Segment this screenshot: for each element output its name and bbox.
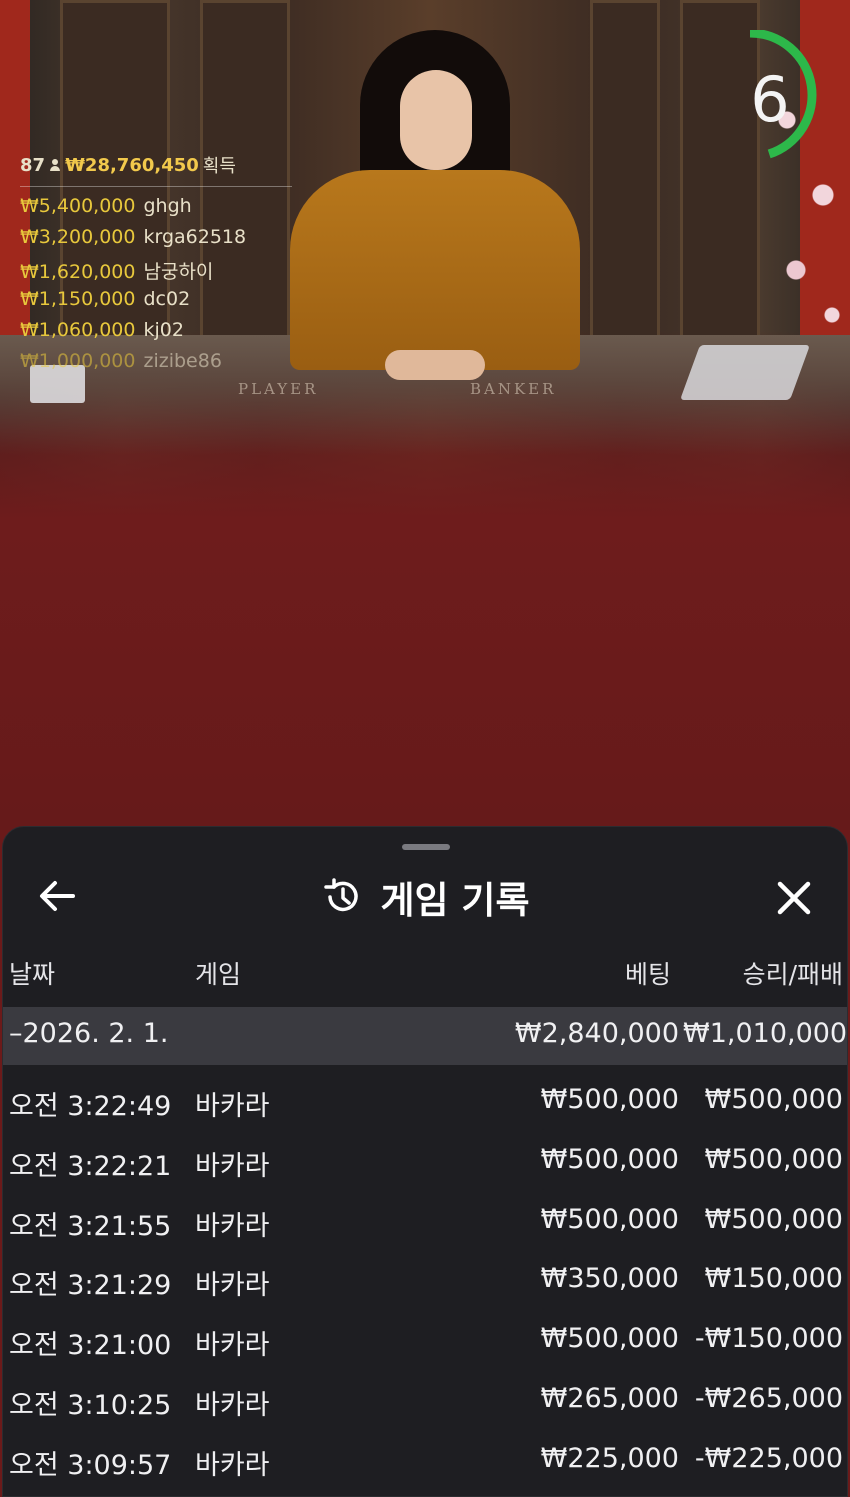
winners-overlay: 87 ₩28,760,450 획득 ₩5,400,000 ghgh ₩3,200,0… [20,152,310,373]
history-row[interactable]: 오전 3:21:00 바카라 ₩500,000 -₩150,000 [3,1310,847,1370]
date-group-label: –2026. 2. 1. [9,1018,168,1049]
total-won-label: 획득 [202,156,236,177]
history-row[interactable]: 오전 3:09:57 바카라 ₩225,000 -₩225,000 [3,1430,847,1490]
table-label-player: PLAYER [238,380,319,398]
table-label-banker: BANKER [470,380,557,398]
history-row[interactable]: 오전 3:21:29 바카라 ₩350,000 ₩150,000 [3,1250,847,1310]
date-group-total-bet: ₩2,840,000 [514,1018,679,1049]
row-time: 오전 3:10:25 [9,1390,172,1421]
row-time: 오전 3:21:00 [9,1330,172,1362]
game-history-sheet: 게임 기록 날짜 게임 베팅 승리/패배 –2026. 2. 1. ₩2,840… [2,826,848,1497]
row-bet: ₩265,000 [540,1383,679,1414]
winner-row: ₩3,200,000 krga62518 [20,226,310,249]
row-result: -₩265,000 [694,1383,843,1414]
winner-amount: ₩1,000,000 [20,350,136,372]
winner-amount: ₩1,620,000 [20,261,136,283]
row-time: 오전 3:21:29 [9,1270,172,1302]
card-shoe [679,345,811,400]
winner-row: ₩1,150,000 dc02 [20,288,310,311]
row-game: 바카라 [195,1210,270,1242]
row-bet: ₩500,000 [540,1323,679,1355]
row-result: ₩500,000 [704,1203,843,1235]
player-count: 87 [20,154,46,176]
history-row[interactable]: 오전 3:21:55 바카라 ₩500,000 ₩500,000 [3,1191,847,1251]
winner-name: dc02 [143,288,191,310]
row-result: ₩150,000 [704,1263,843,1295]
dealer [290,20,580,380]
winner-name: krga62518 [143,226,247,248]
column-header-bet[interactable]: 베팅 [523,955,671,995]
winners-summary: 87 ₩28,760,450 획득 [20,152,292,187]
sheet-title: 게임 기록 [3,867,847,927]
row-bet: ₩500,000 [540,1084,679,1115]
row-game: 바카라 [195,1270,270,1302]
column-header-game[interactable]: 게임 [195,955,241,995]
row-game: 바카라 [195,1330,270,1362]
winner-amount: ₩1,060,000 [20,319,136,341]
column-header-result[interactable]: 승리/패배 [683,955,843,995]
close-icon [777,881,811,915]
row-time: 오전 3:22:21 [9,1150,172,1182]
row-result: -₩225,000 [694,1442,843,1474]
row-game: 바카라 [195,1449,270,1481]
wall-panel [590,0,660,340]
collapse-icon: – [9,1018,23,1049]
row-time: 오전 3:09:57 [9,1449,172,1481]
row-result: -₩150,000 [694,1323,843,1355]
row-bet: ₩500,000 [540,1143,679,1175]
winner-amount: ₩1,150,000 [20,288,136,310]
date-group-total-result: ₩1,010,000 [683,1018,848,1049]
winner-row: ₩1,000,000 zizibe86 [20,350,310,373]
row-result: ₩500,000 [704,1143,843,1175]
countdown-timer: 6 [720,28,824,160]
winner-name: 남궁하이 [143,261,214,283]
row-game: 바카라 [195,1150,270,1182]
row-game: 바카라 [195,1390,270,1421]
column-header-date[interactable]: 날짜 [9,955,55,995]
row-time: 오전 3:22:49 [9,1091,172,1122]
row-bet: ₩225,000 [540,1442,679,1474]
close-button[interactable] [767,871,821,925]
winner-row: ₩1,060,000 kj02 [20,319,310,342]
winner-name: ghgh [143,195,192,217]
row-time: 오전 3:21:55 [9,1210,172,1242]
row-result: ₩500,000 [704,1084,843,1115]
page-title: 게임 기록 [380,879,530,922]
countdown-value: 6 [750,63,790,136]
history-row[interactable]: 오전 3:22:21 바카라 ₩500,000 ₩500,000 [3,1131,847,1191]
winner-row: ₩5,400,000 ghgh [20,195,310,218]
live-video-feed: PLAYER BANKER 87 ₩28,760,450 획득 ₩5,400,0… [0,0,850,830]
sheet-header: 게임 기록 [3,857,847,947]
row-bet: ₩500,000 [540,1203,679,1235]
history-icon [324,878,359,912]
history-row[interactable]: 오전 3:22:49 바카라 ₩500,000 ₩500,000 [3,1071,847,1131]
date-group-row[interactable]: –2026. 2. 1. ₩2,840,000 ₩1,010,000 [3,1007,848,1065]
winner-name: kj02 [143,319,184,341]
date-group-date: 2026. 2. 1. [22,1018,169,1049]
winner-amount: ₩3,200,000 [20,226,136,248]
row-game: 바카라 [195,1091,270,1122]
history-row[interactable]: 오전 3:10:25 바카라 ₩265,000 -₩265,000 [3,1370,847,1430]
winner-name: zizibe86 [143,350,222,372]
person-icon [49,158,61,172]
total-won: ₩28,760,450 [65,154,199,176]
winner-list: ₩5,400,000 ghgh ₩3,200,000 krga62518 ₩1,620,… [20,195,310,373]
winner-row: ₩1,620,000 남궁하이 [20,257,310,283]
drag-handle[interactable] [402,844,450,850]
row-bet: ₩350,000 [540,1263,679,1295]
winner-amount: ₩5,400,000 [20,195,136,217]
